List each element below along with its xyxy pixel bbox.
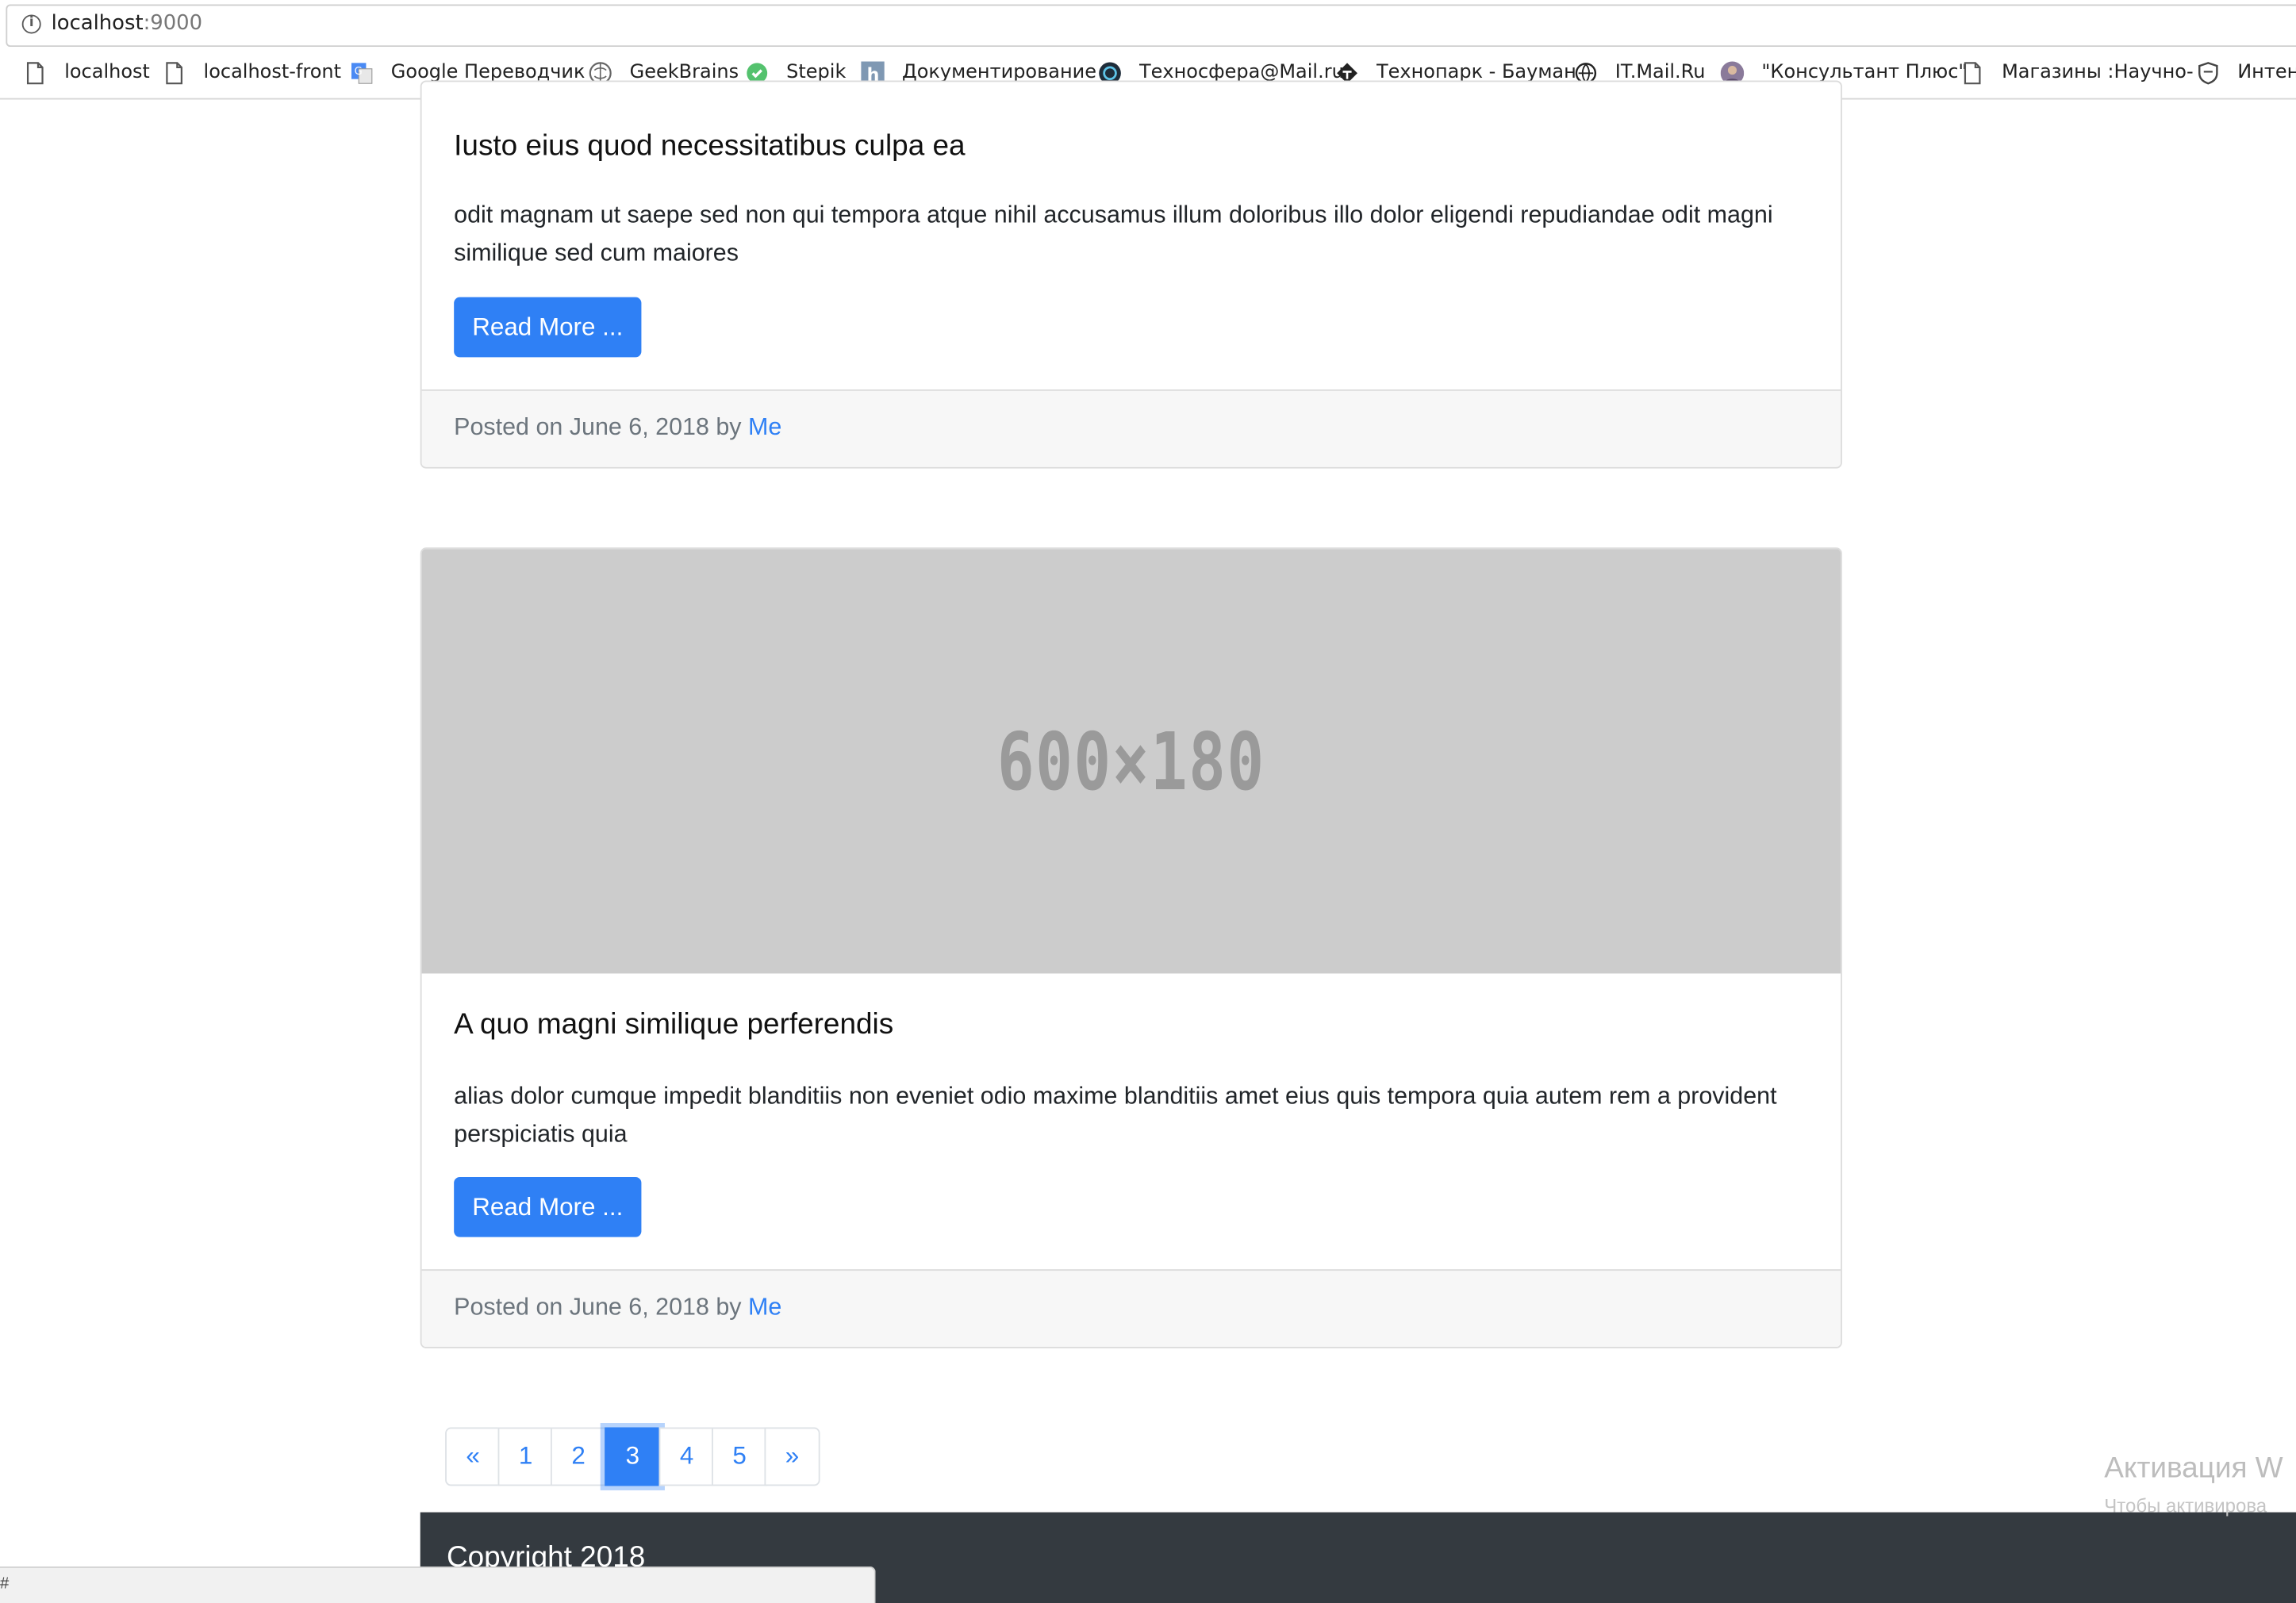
status-url: # <box>0 1574 10 1593</box>
posted-on-text: Posted on June 6, 2018 by <box>454 1294 748 1321</box>
bookmark-label: localhost <box>64 61 150 84</box>
svg-text:G: G <box>355 66 363 78</box>
posted-on-text: Posted on June 6, 2018 by <box>454 414 748 441</box>
page-prev[interactable]: « <box>445 1427 501 1486</box>
page-icon <box>166 62 182 85</box>
author-link[interactable]: Me <box>748 1294 781 1321</box>
page-1[interactable]: 1 <box>497 1427 554 1486</box>
post-title: A quo magni similique perferendis <box>454 1008 894 1041</box>
read-more-button[interactable]: Read More ... <box>454 1176 642 1237</box>
image-size-label: 600×180 <box>996 715 1265 808</box>
post-excerpt: alias dolor cumque impedit blanditiis no… <box>454 1083 1777 1149</box>
status-bar: # <box>0 1566 876 1603</box>
bookmark-label: Магазины :Научно- <box>2002 61 2194 84</box>
address-bar: i localhost:9000 <box>0 0 2296 48</box>
browser-window: i localhost:9000 localhost localhost-fro… <box>0 0 2296 1603</box>
shield-icon <box>2198 62 2218 85</box>
bookmark-localhost[interactable]: localhost <box>24 60 155 86</box>
activation-watermark-subtitle: Чтобы активирова <box>2104 1494 2267 1517</box>
post-image: 600×180 <box>421 549 1841 974</box>
page-next[interactable]: » <box>764 1427 820 1486</box>
bookmark-shops[interactable]: Магазины :Научно- <box>1960 60 2194 86</box>
url-host: localhost <box>51 11 144 36</box>
bookmark-label: localhost-front <box>203 61 342 84</box>
page-5[interactable]: 5 <box>712 1427 768 1486</box>
url-port: :9000 <box>143 11 203 36</box>
post-card: Iusto eius quod necessitatibus culpa ea … <box>420 80 1842 469</box>
omnibox[interactable] <box>6 4 2296 48</box>
post-meta: Posted on June 6, 2018 by Me <box>454 414 781 442</box>
activation-watermark-title: Активация W <box>2104 1452 2283 1485</box>
post-footer: Posted on June 6, 2018 by Me <box>421 1269 1841 1348</box>
page-2[interactable]: 2 <box>550 1427 607 1486</box>
page-icon <box>1964 62 1981 85</box>
post-meta: Posted on June 6, 2018 by Me <box>454 1294 781 1322</box>
page-icon <box>26 62 44 85</box>
bookmark-inten[interactable]: Интен <box>2197 60 2296 86</box>
google-translate-icon: G <box>351 63 373 84</box>
post-card: 600×180 A quo magni similique perferendi… <box>420 547 1842 1348</box>
post-footer: Posted on June 6, 2018 by Me <box>421 389 1841 467</box>
post-title: Iusto eius quod necessitatibus culpa ea <box>454 130 966 163</box>
read-more-button[interactable]: Read More ... <box>454 297 642 358</box>
page-3-active[interactable]: 3 <box>605 1427 661 1486</box>
url-text[interactable]: localhost:9000 <box>52 12 202 36</box>
author-link[interactable]: Me <box>748 414 781 440</box>
post-excerpt: odit magnam ut saepe sed non qui tempora… <box>454 201 1773 267</box>
bookmark-localhost-front[interactable]: localhost-front <box>163 60 342 86</box>
bookmark-label: Интен <box>2237 61 2296 84</box>
page-4[interactable]: 4 <box>658 1427 715 1486</box>
info-icon[interactable]: i <box>21 14 41 34</box>
